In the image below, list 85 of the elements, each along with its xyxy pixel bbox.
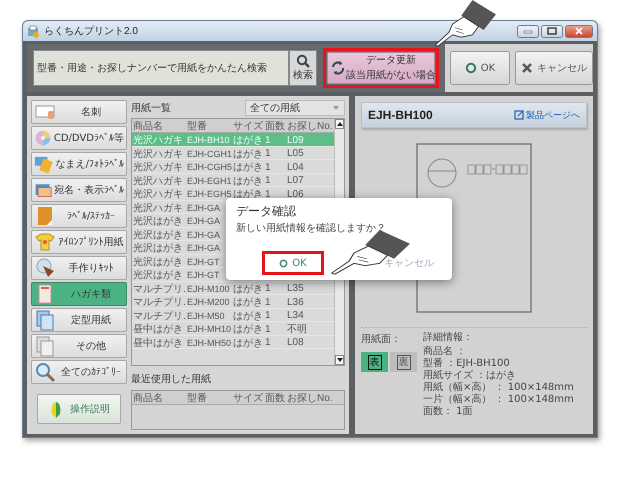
table-cell-text: EJH-BH10 (186, 135, 231, 145)
table-cell: EJH-CGH5 (186, 162, 232, 172)
table-cell-text: L07 (286, 175, 305, 186)
table-cell: EJH-EGH5 (186, 189, 232, 199)
table-cell-text: EJH-GA (186, 216, 222, 226)
table-cell-text: 不明 (286, 323, 308, 336)
table-cell-text: L05 (286, 148, 305, 159)
table-cell-text: EJH-GA (186, 243, 222, 253)
table-cell-text: 1 (264, 324, 272, 334)
table-cell-text: はがき (232, 134, 264, 147)
detail-line: 一片（幅×高） ： 100×148mm (423, 394, 574, 406)
window-title: らくちんプリント2.0 (44, 24, 139, 38)
table-cell-text: EJH-GA (186, 230, 222, 240)
table-cell-text: はがき (232, 296, 264, 309)
section-title: 最近使用した用紙 (131, 372, 212, 386)
table-cell-text: 光沢ハガキ (132, 148, 184, 160)
model-name: EJH-BH100 (368, 108, 433, 122)
table-cell-text: 光沢ハガキ (132, 134, 184, 147)
table-cell-text: 光沢はがき (132, 228, 184, 242)
table-cell-text: 光沢はがき (132, 214, 184, 228)
table-cell-text: マルチプリ. (132, 310, 186, 322)
table-cell-text: 昼中はがき (132, 322, 184, 336)
table-cell-text: はがき (232, 282, 264, 296)
table-cell-text: 1 (264, 162, 272, 172)
detail-line: 面数： 1面 (423, 406, 474, 418)
table-cell-text: 光沢ハガキ (132, 188, 184, 201)
table-cell: EJH-MH10 (186, 324, 232, 334)
table-cell-text: 光沢ハガキ (132, 202, 184, 214)
table-cell-text: はがき (232, 174, 264, 188)
table-cell: EJH-EGH1 (186, 176, 232, 186)
table-cell-text: 光沢ハガキ (132, 174, 184, 188)
table-cell-text: はがき (232, 310, 264, 322)
table-cell-text: 1 (264, 134, 272, 146)
column-header: お探しNo. (286, 392, 334, 405)
section-title: 詳細情報： (423, 332, 474, 344)
table-cell-text: L34 (286, 310, 305, 321)
table-cell: EJH-MH50 (186, 338, 232, 348)
table-cell-text: EJH-GA (186, 202, 222, 212)
table-cell-text: はがき (232, 336, 264, 350)
table-cell-text: 1 (264, 310, 272, 321)
table-cell-text: はがき (232, 148, 264, 160)
table-cell-text: 1 (264, 175, 272, 186)
table-cell-text: EJH-GT (186, 270, 220, 280)
table-cell-text: マルチプリ. (132, 296, 186, 309)
table-cell-text: 1 (264, 283, 272, 294)
column-header: サイズ (232, 392, 264, 405)
table-cell-text: 光沢はがき (132, 242, 184, 255)
table-cell-text: L36 (286, 296, 305, 308)
detail-line: 用紙サイズ ：はがき (423, 370, 518, 382)
table-cell-text: はがき (232, 323, 264, 336)
detail-line: 商品名 ： (423, 346, 468, 358)
table-cell-text: EJH-M100 (186, 284, 231, 294)
table-cell-text: 昼中はがき (132, 336, 184, 350)
section-title: 用紙一覧 (131, 102, 171, 115)
table-cell-text: 1 (264, 296, 272, 308)
column-header: 型番 (186, 120, 208, 133)
table-cell-text: 1 (264, 148, 272, 159)
table-cell-text: 1 (264, 337, 272, 348)
column-header: 面数 (264, 120, 286, 133)
column-header: サイズ (232, 120, 264, 133)
detail-line: 型番 ：EJH-BH100 (423, 358, 511, 370)
table-cell-text: EJH-M50 (186, 310, 226, 320)
table-cell-text: L06 (286, 188, 305, 200)
table-cell-text: マルチプリ. (132, 282, 186, 296)
table-cell-text: 光沢はがき (132, 268, 184, 282)
column-header: 商品名 (132, 120, 164, 133)
column-header: 面数 (264, 392, 286, 405)
table-cell-text: EJH-M200 (186, 297, 231, 307)
table-cell-text: 光沢ハガキ (132, 160, 184, 174)
table-cell-text: 光沢はがき (132, 256, 184, 268)
table-cell-text: L35 (286, 283, 305, 294)
dialog-title: データ確認 (236, 203, 297, 220)
table-cell-text: L09 (286, 134, 305, 146)
dialog-message: 新しい用紙情報を確認しますか？ (236, 222, 387, 235)
column-header: 型番 (186, 392, 208, 405)
table-cell-text: 1 (264, 188, 272, 200)
detail-line: 用紙（幅×高） ： 100×148mm (423, 382, 574, 394)
field-label: 用紙面： (361, 333, 402, 346)
column-header: お探しNo. (286, 120, 334, 133)
table-cell-text: L08 (286, 337, 305, 348)
column-header: 商品名 (132, 392, 164, 405)
table-cell-text: はがき (232, 161, 264, 174)
table-cell-text: L04 (286, 162, 305, 172)
table-cell: EJH-CGH1 (186, 148, 232, 158)
table-cell-text: EJH-GT (186, 256, 220, 266)
